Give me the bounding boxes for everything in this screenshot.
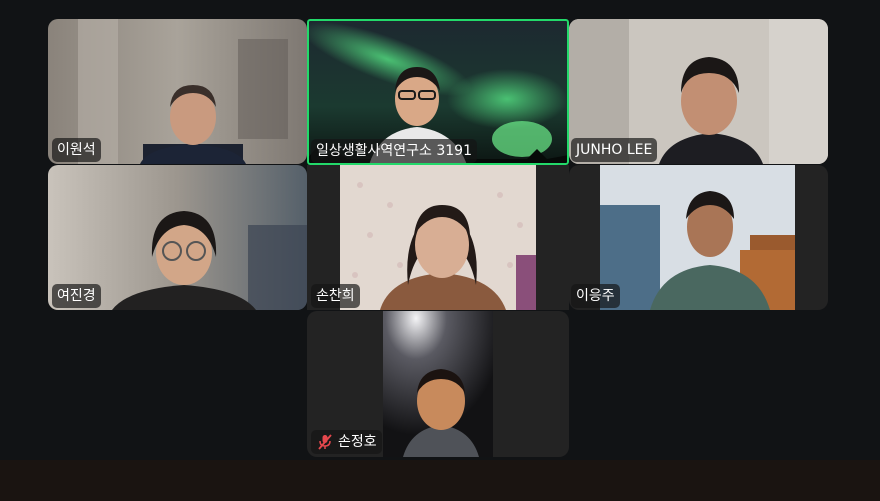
participant-name: 손찬희 — [316, 288, 355, 304]
video-meeting-gallery: 이원석 일상생활사역연구소 3191 JUNHO LEE 여진경 손찬희 이응주… — [0, 0, 880, 501]
microphone-muted-icon — [316, 433, 334, 451]
participant-name: 일상생활사역연구소 3191 — [316, 143, 472, 159]
participant-name: 여진경 — [57, 288, 96, 304]
participant-tile-7[interactable]: 손정호 — [307, 311, 569, 457]
participant-tile-5[interactable]: 손찬희 — [307, 165, 569, 310]
participant-name-tag: 손정호 — [311, 430, 382, 454]
participant-tile-2[interactable]: 일상생활사역연구소 3191 — [307, 19, 569, 165]
participant-name: JUNHO LEE — [576, 142, 653, 158]
participant-name: 이원석 — [57, 142, 96, 158]
participant-name-tag: 이원석 — [52, 138, 101, 162]
participant-name-tag: 이응주 — [571, 284, 620, 308]
participant-video — [600, 165, 795, 310]
participant-tile-3[interactable]: JUNHO LEE — [569, 19, 828, 164]
participant-tile-1[interactable]: 이원석 — [48, 19, 307, 164]
participant-video — [383, 311, 493, 457]
participant-name-tag: JUNHO LEE — [571, 138, 658, 162]
participant-video — [340, 165, 536, 310]
participant-name: 이응주 — [576, 288, 615, 304]
participant-name-tag: 손찬희 — [311, 284, 360, 308]
participant-tile-4[interactable]: 여진경 — [48, 165, 307, 310]
meeting-toolbar-area — [0, 460, 880, 501]
participant-tile-6[interactable]: 이응주 — [569, 165, 828, 310]
participant-name-tag: 여진경 — [52, 284, 101, 308]
participant-name-tag: 일상생활사역연구소 3191 — [311, 139, 477, 163]
participant-name: 손정호 — [338, 434, 377, 450]
